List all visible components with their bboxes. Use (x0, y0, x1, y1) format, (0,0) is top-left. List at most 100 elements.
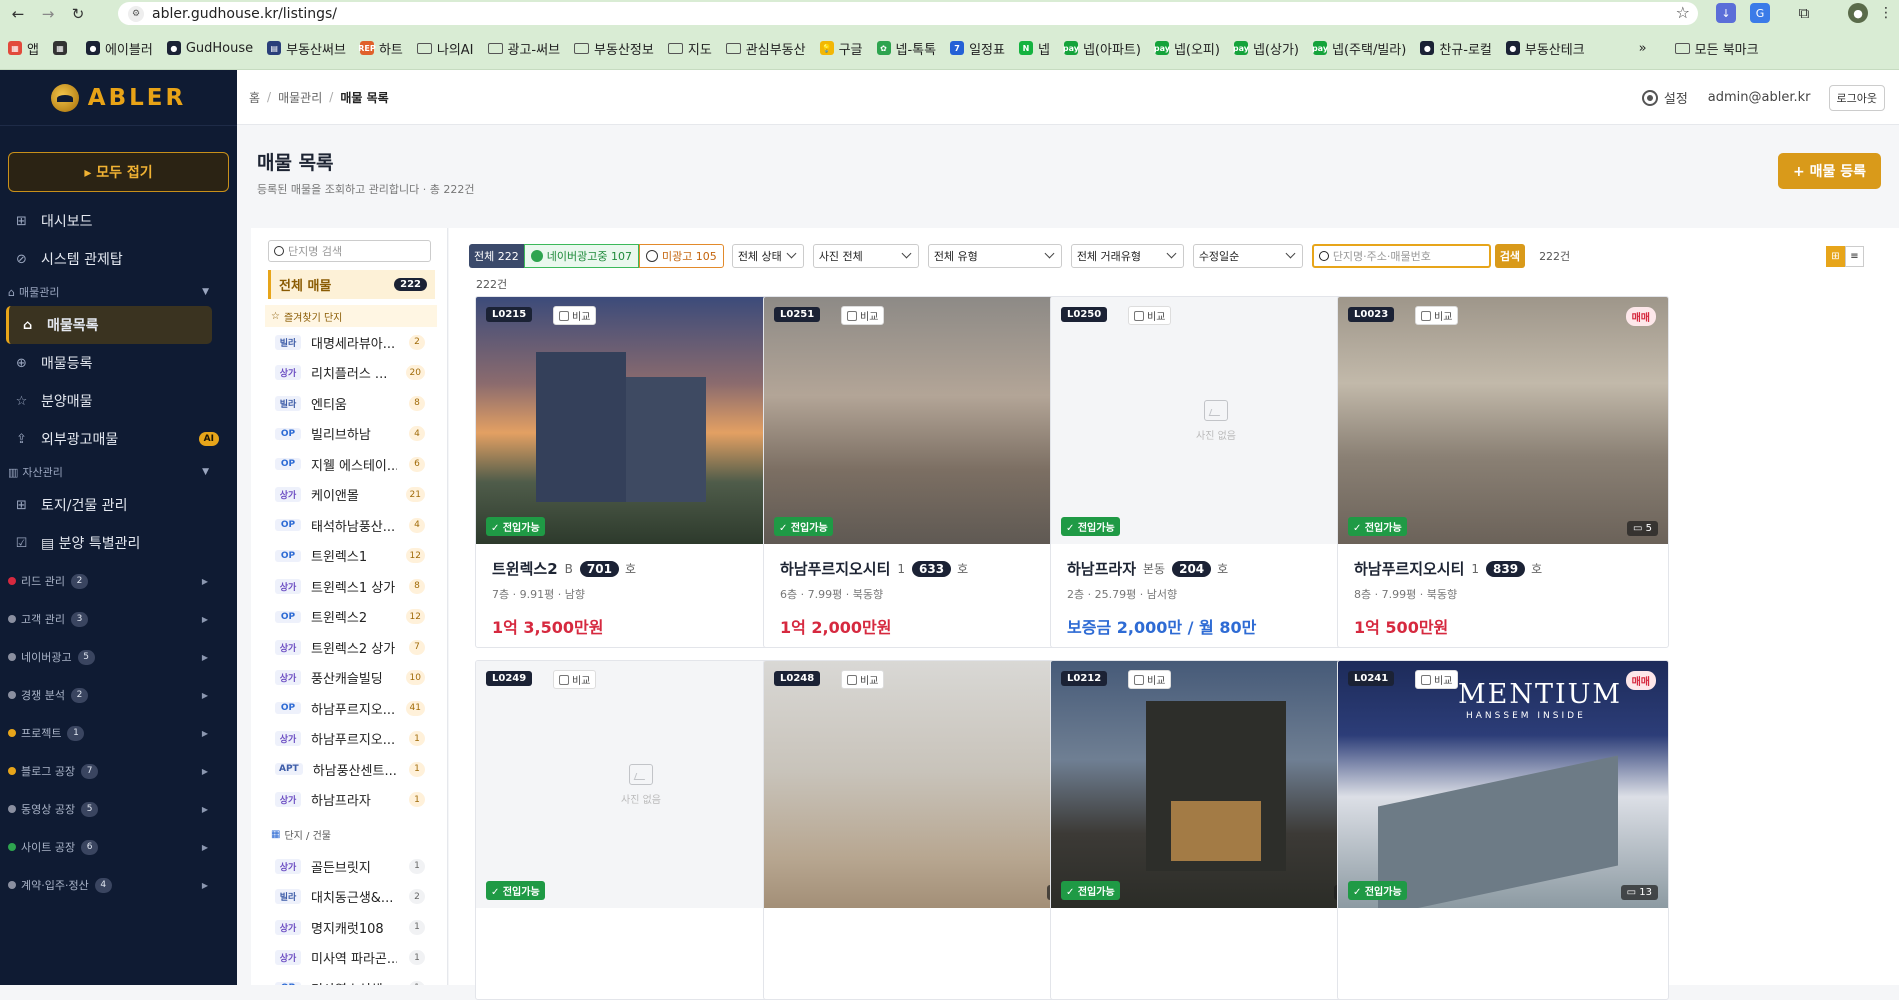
complex-item[interactable]: OP미사역초섭해...1 (251, 973, 447, 985)
sidebar-group-7[interactable]: 사이트 공장 6 ▶ (0, 828, 237, 866)
bookmark-naver-apt[interactable]: pay 넵(아파트) (1063, 39, 1141, 58)
sidebar-group-5[interactable]: 블로그 공장 7 ▶ (0, 752, 237, 790)
sidebar-section-asset[interactable]: ▥ 자산관리 ▼ (0, 458, 237, 486)
sidebar-group-0[interactable]: 리드 관리 2 ▶ (0, 562, 237, 600)
bookmark-naver-house[interactable]: pay 넵(주택/빌라) (1312, 39, 1406, 58)
listing-card[interactable]: L0251비교매매✓ 전입가능▭ 5하남푸르지오시티1633호6층 · 7.99… (763, 296, 1095, 648)
listing-photo[interactable]: L0212비교매매✓ 전입가능▭ 19 (1051, 661, 1381, 908)
listing-photo[interactable]: L0023 비교 매매 ✓ 전입가능 ▭ 5 (1338, 297, 1668, 544)
complex-search-input[interactable]: 단지명 검색 (268, 240, 431, 262)
bookmark-google[interactable]: 💡 구글 (819, 39, 863, 58)
sidebar-group-2[interactable]: 네이버광고 5 ▶ (0, 638, 237, 676)
settings-link[interactable]: 설정 (1664, 88, 1688, 107)
translate-icon[interactable]: G (1750, 3, 1770, 23)
profile-avatar[interactable]: ● (1848, 3, 1868, 23)
bookmark-naver-op[interactable]: pay 넵(오피) (1154, 39, 1220, 58)
listing-card[interactable]: L0215비교매매✓ 전입가능▭ 3트윈렉스2B701호7층 · 9.91평 ·… (475, 296, 807, 648)
complex-item[interactable]: OP 지웰 에스테이... 6 (251, 449, 447, 480)
bookmark-all[interactable]: 모든 북마크 (1674, 39, 1759, 58)
grid-view-icon[interactable]: ⊞ (1826, 246, 1845, 267)
menu-icon[interactable]: ⋮ (1876, 3, 1896, 23)
listing-photo[interactable]: MENTIUM HANSSEM INSIDE L0241 비교 매매 ✓ 전입가능 ▭ 13 (1338, 661, 1668, 908)
filter-total-chip[interactable]: 전체 222 (469, 244, 524, 268)
download-icon[interactable]: ↓ (1716, 3, 1736, 23)
complex-item[interactable]: 빌라 대명세라뷰아... 2 (251, 327, 447, 358)
search-button[interactable]: 검색 (1494, 244, 1526, 268)
logout-button[interactable]: 로그아웃 (1828, 84, 1885, 111)
bookmark-gudhouse[interactable]: ● GudHouse (166, 41, 253, 56)
complex-item[interactable]: 상가 케이앤몰 21 (251, 480, 447, 511)
listing-card[interactable]: 사진 없음L0249비교월세✓ 전입가능 (475, 660, 807, 1000)
complex-item[interactable]: 상가 하남프라자 1 (251, 785, 447, 816)
sidebar-item-presale[interactable]: ☆ 분양매물 (0, 382, 237, 420)
deal-type-select[interactable]: 전체 거래유형 (1070, 244, 1184, 268)
compare-checkbox[interactable]: 비교 (1415, 306, 1459, 325)
complex-item[interactable]: OP 태석하남풍산... 4 (251, 510, 447, 541)
sidebar-item-presale-special[interactable]: ☑ ▤ 분양 특별관리 (0, 524, 237, 562)
photo-select[interactable]: 사진 전체 (812, 244, 919, 268)
sidebar-section-listing[interactable]: ⌂ 매물관리 ▼ (0, 278, 237, 306)
compare-checkbox[interactable]: 비교 (553, 670, 597, 689)
bookmark-talk[interactable]: ✿ 넵-톡톡 (876, 39, 936, 58)
complex-item[interactable]: 상가 리치플러스 ... 20 (251, 358, 447, 389)
complex-item[interactable]: 빌라 대치동근생&... 2 (251, 882, 447, 913)
bookmark-folder-ads[interactable]: 광고-써브 (487, 39, 560, 58)
complex-item[interactable]: OP 트윈렉스1 12 (251, 541, 447, 572)
reload-icon[interactable]: ↻ (66, 2, 90, 26)
breadcrumb-home[interactable]: 홈 (249, 89, 260, 106)
sidebar-group-4[interactable]: 프로젝트 1 ▶ (0, 714, 237, 752)
status-select[interactable]: 전체 상태 (731, 244, 804, 268)
bookmark-folder-map[interactable]: 지도 (667, 39, 712, 58)
complex-item[interactable]: 빌라 엔티움 8 (251, 388, 447, 419)
breadcrumb-listing-mgmt[interactable]: 매물관리 (278, 89, 322, 106)
listing-card[interactable]: L0023 비교 매매 ✓ 전입가능 ▭ 5 하남푸르지오시티 1 839 호 8층 · 7.99… (1337, 296, 1669, 648)
list-view-icon[interactable]: ≡ (1845, 246, 1864, 267)
complex-item[interactable]: 상가 미사역 파라곤... 1 (251, 943, 447, 974)
bookmark-folder-info[interactable]: 부동산정보 (574, 39, 654, 58)
sidebar-item-listings[interactable]: ⌂ 매물목록 (6, 306, 212, 344)
bookmark-naver-shop[interactable]: pay 넵(상가) (1233, 39, 1299, 58)
sidebar-item-control-tower[interactable]: ⊘ 시스템 관제탑 (0, 240, 237, 278)
listing-card[interactable]: MENTIUM HANSSEM INSIDE L0241 비교 매매 ✓ 전입가능 ▭ 13 (1337, 660, 1669, 1000)
sidebar-group-1[interactable]: 고객 관리 3 ▶ (0, 600, 237, 638)
filter-naver-chip[interactable]: 네이버광고중 107 (523, 244, 639, 268)
compare-checkbox[interactable]: 비교 (1415, 670, 1459, 689)
bookmark-apps[interactable]: ▦ 앱 (8, 39, 39, 58)
address-bar[interactable]: ⚙ abler.gudhouse.kr/listings/ ☆ (118, 2, 1698, 25)
listing-photo[interactable]: 사진 없음L0250비교월세✓ 전입가능 (1051, 297, 1381, 544)
listing-card[interactable]: 사진 없음L0250비교월세✓ 전입가능하남프라자본동204호2층 · 25.7… (1050, 296, 1382, 648)
bookmark-overflow[interactable]: » (1639, 41, 1647, 56)
complex-item[interactable]: OP 하남푸르지오... 41 (251, 693, 447, 724)
listing-photo[interactable]: L0251비교매매✓ 전입가능▭ 5 (764, 297, 1094, 544)
sidebar-item-land-building[interactable]: ⊞ 토지/건물 관리 (0, 486, 237, 524)
type-select[interactable]: 전체 유형 (927, 244, 1062, 268)
listing-search-input[interactable]: 단지명·주소·매물번호 (1311, 244, 1491, 268)
back-icon[interactable]: ← (6, 2, 30, 26)
complex-item[interactable]: 상가 명지캐럿108 1 (251, 912, 447, 943)
sidebar-group-6[interactable]: 동영상 공장 5 ▶ (0, 790, 237, 828)
bookmark-calendar[interactable]: 7 일정표 (950, 39, 1005, 58)
compare-checkbox[interactable]: 비교 (1128, 306, 1172, 325)
add-listing-button[interactable]: + 매물 등록 (1778, 153, 1881, 189)
compare-checkbox[interactable]: 비교 (553, 306, 597, 325)
sort-select[interactable]: 수정일순 (1192, 244, 1303, 268)
bookmark-naver[interactable]: N넵 (1018, 39, 1050, 58)
collapse-all-button[interactable]: ▸ 모두 접기 (8, 152, 229, 192)
complex-item[interactable]: 상가 하남푸르지오... 1 (251, 724, 447, 755)
listing-photo[interactable]: L0248비교월세▭ 10 (764, 661, 1094, 908)
listing-photo[interactable]: L0215비교매매✓ 전입가능▭ 3 (476, 297, 806, 544)
bookmark-local[interactable]: ● 찬규-로컬 (1420, 39, 1492, 58)
complex-item[interactable]: 상가 트윈렉스2 상가 7 (251, 632, 447, 663)
app-logo[interactable]: ABLER (0, 70, 237, 126)
complex-item[interactable]: 상가 풍산캐슬빌딩 10 (251, 663, 447, 694)
sidebar-item-dashboard[interactable]: ⊞ 대시보드 (0, 202, 237, 240)
bookmark-heart[interactable]: REP 하트 (358, 39, 403, 58)
sidebar-item-external-ads[interactable]: ⇪ 외부광고매물 AI (0, 420, 237, 458)
complex-item[interactable]: OP 빌리브하남 4 (251, 419, 447, 450)
complex-item[interactable]: 상가 골든브릿지 1 (251, 851, 447, 882)
extensions-icon[interactable]: ⧉ (1794, 3, 1814, 23)
site-info-icon[interactable]: ⚙ (128, 5, 144, 22)
bookmark-abler[interactable]: ● 에이블러 (85, 39, 153, 58)
bookmark-folder-ai[interactable]: 나의AI (416, 39, 474, 58)
complex-item[interactable]: APT 하남풍산센트... 1 (251, 754, 447, 785)
